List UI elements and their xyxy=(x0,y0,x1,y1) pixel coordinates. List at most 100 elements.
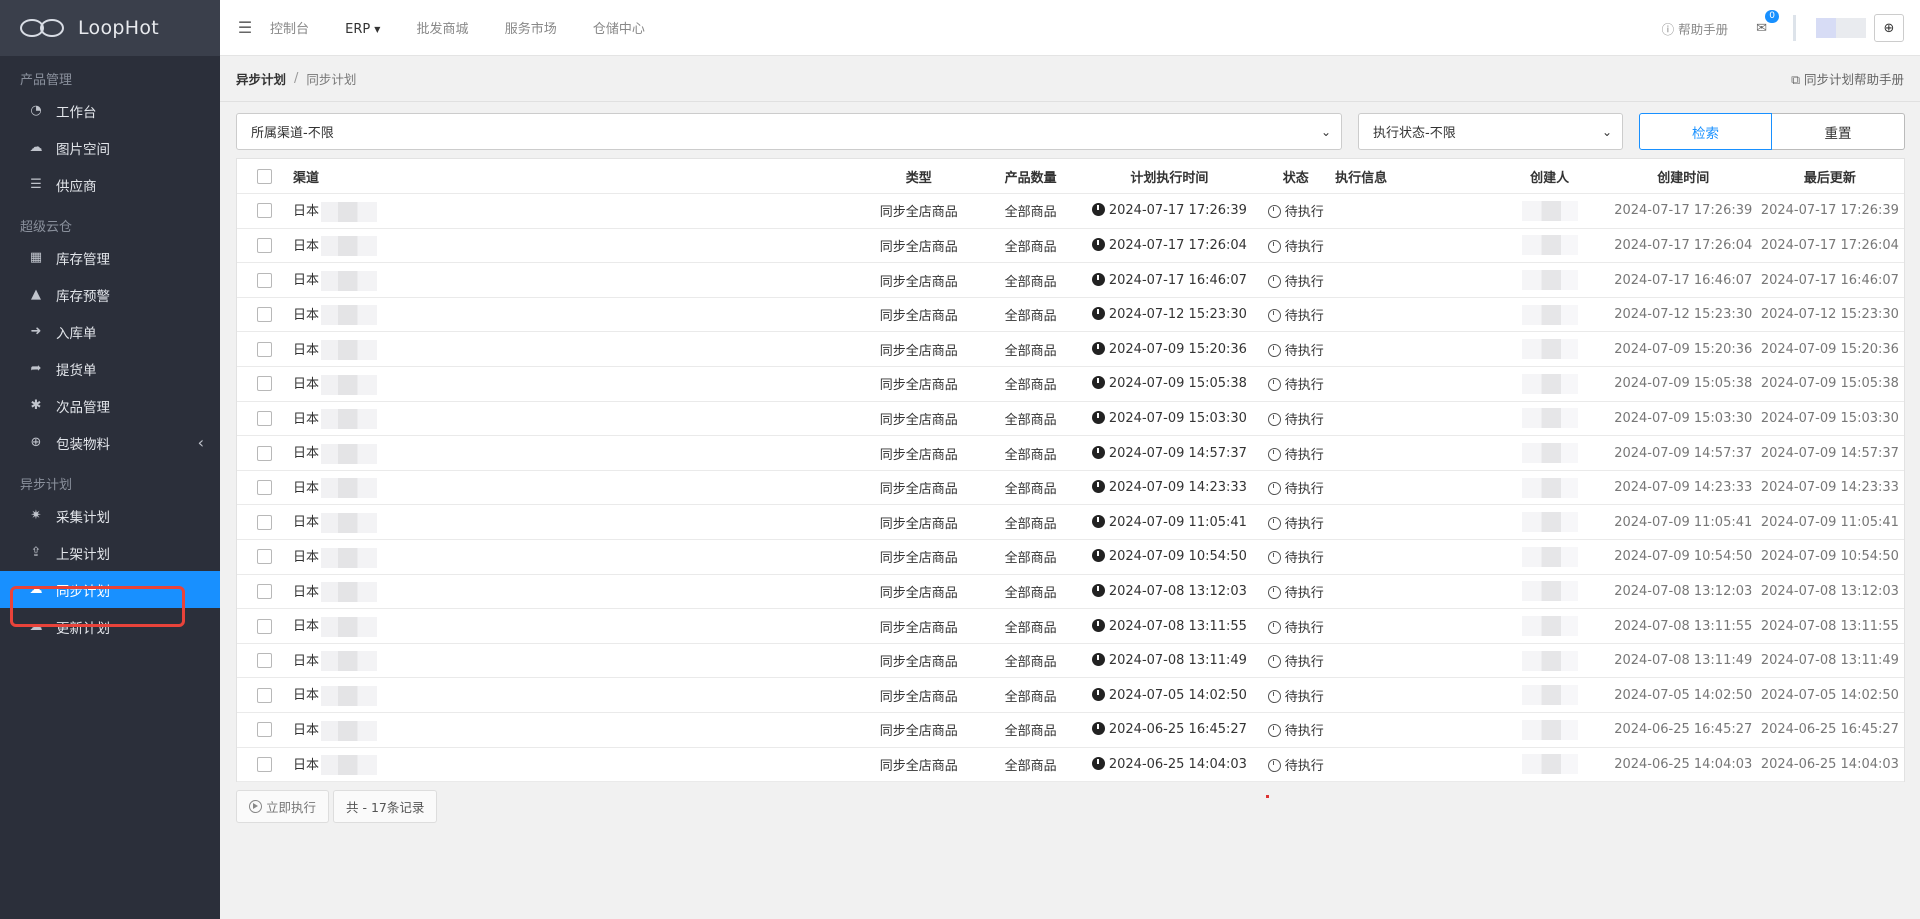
top-nav-service-market[interactable]: 服务市场 xyxy=(505,22,557,37)
col-qty[interactable]: 产品数量 xyxy=(978,159,1083,195)
col-creator[interactable]: 创建人 xyxy=(1488,159,1611,195)
top-nav-console[interactable]: 控制台 xyxy=(270,22,309,37)
row-checkbox[interactable] xyxy=(257,203,273,219)
clock-icon xyxy=(1091,549,1105,563)
reset-button[interactable]: 重置 xyxy=(1772,113,1905,150)
table-row[interactable]: 日本 同步全店商品 全部商品 2024-07-09 14:57:37 待执行 2024-0… xyxy=(237,435,1904,471)
table-row[interactable]: 日本 同步全店商品 全部商品 2024-06-25 14:04:03 待执行 2024-0… xyxy=(237,747,1904,783)
table-row[interactable]: 日本 同步全店商品 全部商品 2024-07-09 15:03:30 待执行 2024-0… xyxy=(237,401,1904,437)
logo[interactable]: LoopHot xyxy=(0,0,220,56)
table-row[interactable]: 日本 同步全店商品 全部商品 2024-07-09 14:23:33 待执行 2024-0… xyxy=(237,470,1904,506)
table-row[interactable]: 日本 同步全店商品 全部商品 2024-07-09 10:54:50 待执行 2024-0… xyxy=(237,539,1904,575)
cell-creator xyxy=(1488,643,1611,679)
table-row[interactable]: 日本 同步全店商品 全部商品 2024-07-08 13:12:03 待执行 2024-0… xyxy=(237,574,1904,610)
top-nav-erp[interactable]: ERP ▼ xyxy=(345,22,380,37)
cell-created: 2024-07-12 15:23:30 xyxy=(1610,297,1756,333)
status-value: 待执行 xyxy=(1284,551,1324,567)
clock-icon xyxy=(1091,307,1105,321)
table-row[interactable]: 日本 同步全店商品 全部商品 2024-07-17 16:46:07 待执行 2024-0… xyxy=(237,262,1904,298)
status-value: 待执行 xyxy=(1284,447,1324,463)
row-checkbox[interactable] xyxy=(257,341,273,357)
status-select[interactable]: 执行状态-不限 ⌄ xyxy=(1358,113,1623,150)
sidebar-item[interactable]: ⊕ 包装物料 ‹ xyxy=(0,424,220,461)
user-avatar[interactable] xyxy=(1816,18,1866,38)
col-status[interactable]: 状态 xyxy=(1256,159,1336,195)
col-channel[interactable]: 渠道 xyxy=(292,159,859,195)
col-updated[interactable]: 最后更新 xyxy=(1755,159,1904,195)
sidebar-item[interactable]: ☰ 供应商 xyxy=(0,166,220,203)
help-manual-link[interactable]: ⓘ 帮助手册 xyxy=(1662,19,1729,38)
row-checkbox[interactable] xyxy=(257,756,273,772)
row-checkbox[interactable] xyxy=(257,237,273,253)
cell-qty: 全部商品 xyxy=(978,574,1083,610)
table-row[interactable]: 日本 同步全店商品 全部商品 2024-07-09 15:05:38 待执行 2024-0… xyxy=(237,366,1904,402)
table-row[interactable]: 日本 同步全店商品 全部商品 2024-07-05 14:02:50 待执行 2024-0… xyxy=(237,677,1904,713)
sidebar-item[interactable]: ☁ 图片空间 xyxy=(0,129,220,166)
redacted-creator xyxy=(1521,546,1578,567)
table-row[interactable]: 日本 同步全店商品 全部商品 2024-07-17 17:26:39 待执行 2024-0… xyxy=(237,193,1904,229)
sidebar-item[interactable]: ✱ 次品管理 xyxy=(0,387,220,424)
plan-time-value: 2024-07-09 15:05:38 xyxy=(1108,376,1247,392)
table-row[interactable]: 日本 同步全店商品 全部商品 2024-07-08 13:11:49 待执行 2024-0… xyxy=(237,643,1904,679)
channel-select[interactable]: 所属渠道-不限 ⌄ xyxy=(236,113,1342,150)
row-checkbox[interactable] xyxy=(257,514,273,530)
table-row[interactable]: 日本 同步全店商品 全部商品 2024-07-12 15:23:30 待执行 2024-0… xyxy=(237,297,1904,333)
row-checkbox[interactable] xyxy=(257,272,273,288)
redacted-creator xyxy=(1521,200,1578,221)
row-checkbox[interactable] xyxy=(257,307,273,323)
search-button[interactable]: 检索 xyxy=(1639,113,1772,150)
sidebar-item[interactable]: ☁ 更新计划 xyxy=(0,608,220,645)
execute-now-button[interactable]: 立即执行 xyxy=(236,790,330,823)
cell-updated: 2024-07-08 13:11:49 xyxy=(1755,643,1904,679)
cell-exec-info xyxy=(1335,747,1489,783)
col-type[interactable]: 类型 xyxy=(858,159,979,195)
row-checkbox[interactable] xyxy=(257,410,273,426)
plan-time-value: 2024-07-05 14:02:50 xyxy=(1108,687,1247,703)
row-checkbox[interactable] xyxy=(257,722,273,738)
sync-plan-help-link[interactable]: ⧉ 同步计划帮助手册 xyxy=(1791,69,1904,88)
globe-icon[interactable]: ⊕ xyxy=(1874,14,1904,42)
row-checkbox[interactable] xyxy=(257,583,273,599)
mail-button[interactable]: ✉ 0 xyxy=(1756,9,1779,36)
redacted-shop-name xyxy=(320,478,377,499)
table-body: 日本 同步全店商品 全部商品 2024-07-17 17:26:39 待执行 2024-0… xyxy=(237,193,1904,783)
row-checkbox[interactable] xyxy=(257,445,273,461)
row-checkbox[interactable] xyxy=(257,549,273,565)
cloud-download-icon: ☁ xyxy=(29,582,43,597)
col-plan-time[interactable]: 计划执行时间 xyxy=(1082,159,1257,195)
row-checkbox[interactable] xyxy=(257,376,273,392)
menu-toggle-icon[interactable]: ☰ xyxy=(220,18,270,37)
cell-updated: 2024-07-09 14:57:37 xyxy=(1755,435,1904,471)
row-checkbox[interactable] xyxy=(257,653,273,669)
sidebar-item[interactable]: ➦ 提货单 xyxy=(0,350,220,387)
table-row[interactable]: 日本 同步全店商品 全部商品 2024-07-09 11:05:41 待执行 2024-0… xyxy=(237,504,1904,541)
cell-status: 待执行 xyxy=(1256,470,1336,506)
table-row[interactable]: 日本 同步全店商品 全部商品 2024-07-09 15:20:36 待执行 2024-0… xyxy=(237,331,1904,368)
cell-exec-info xyxy=(1335,712,1489,748)
top-nav-wholesale[interactable]: 批发商城 xyxy=(417,22,469,37)
sidebar-item[interactable]: ▦ 库存管理 xyxy=(0,239,220,276)
table-row[interactable]: 日本 同步全店商品 全部商品 2024-07-17 17:26:04 待执行 2024-0… xyxy=(237,228,1904,264)
cell-status: 待执行 xyxy=(1256,297,1336,333)
cell-status: 待执行 xyxy=(1256,747,1336,783)
top-nav-warehouse[interactable]: 仓储中心 xyxy=(593,22,645,37)
sidebar-item[interactable]: ✷ 采集计划 xyxy=(0,497,220,534)
table-row[interactable]: 日本 同步全店商品 全部商品 2024-06-25 16:45:27 待执行 2024-0… xyxy=(237,712,1904,748)
sidebar-item[interactable]: ▲ 库存预警 xyxy=(0,276,220,313)
sidebar-item[interactable]: ➜ 入库单 xyxy=(0,313,220,350)
col-exec-info[interactable]: 执行信息 xyxy=(1335,159,1489,195)
sidebar-item[interactable]: ⇪ 上架计划 xyxy=(0,534,220,571)
col-created[interactable]: 创建时间 xyxy=(1610,159,1756,195)
row-checkbox[interactable] xyxy=(257,618,273,634)
cell-exec-info xyxy=(1335,504,1489,541)
sidebar-item[interactable]: ◔ 工作台 xyxy=(0,92,220,129)
status-value: 待执行 xyxy=(1284,724,1324,740)
table-row[interactable]: 日本 同步全店商品 全部商品 2024-07-08 13:11:55 待执行 2024-0… xyxy=(237,608,1904,644)
sidebar-item[interactable]: ☁ 同步计划 xyxy=(0,571,220,608)
row-select-cell xyxy=(237,574,293,610)
select-all-checkbox[interactable] xyxy=(257,168,273,184)
chevron-left-icon[interactable]: ‹ xyxy=(198,433,204,452)
breadcrumb-parent[interactable]: 异步计划 xyxy=(236,69,286,88)
row-checkbox[interactable] xyxy=(257,480,273,496)
row-checkbox[interactable] xyxy=(257,687,273,703)
